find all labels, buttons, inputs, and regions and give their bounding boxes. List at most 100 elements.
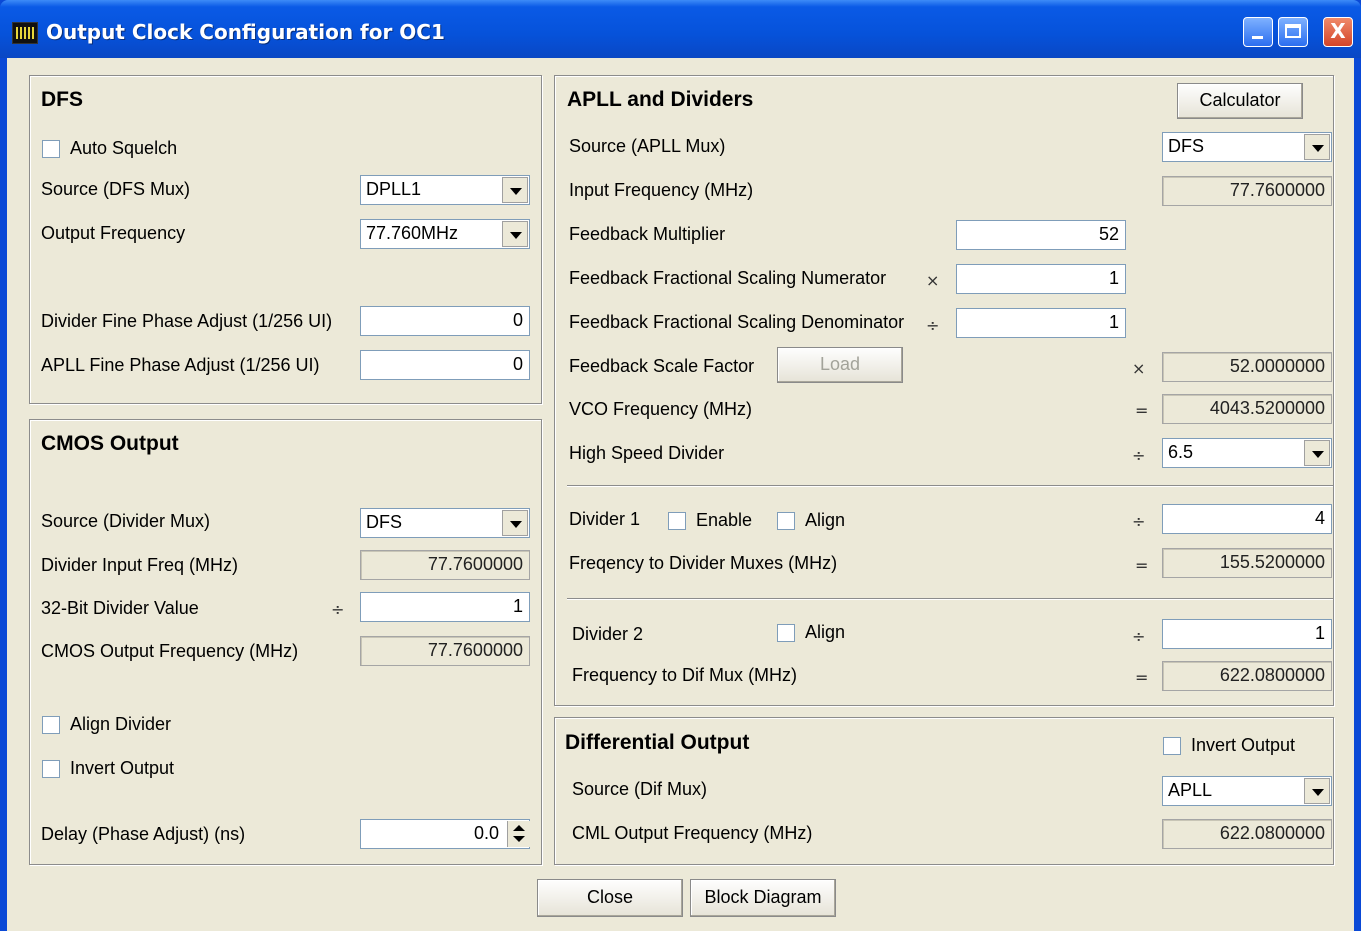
divide-operator: ÷ <box>926 316 940 335</box>
cmos-source-value: DFS <box>366 512 402 532</box>
output-frequency-label: Output Frequency <box>41 223 186 243</box>
calculator-button[interactable]: Calculator <box>1177 83 1303 119</box>
close-glyph: X <box>1330 19 1346 43</box>
feedback-multiplier-input[interactable]: 52 <box>956 220 1126 250</box>
chevron-down-icon[interactable] <box>1304 134 1330 160</box>
spinner-icon[interactable] <box>507 821 530 847</box>
divider2-align-checkbox[interactable] <box>777 624 795 642</box>
dif-source-value: APLL <box>1168 780 1213 800</box>
cmos-title: CMOS Output <box>41 432 179 455</box>
maximize-icon[interactable] <box>1278 17 1308 47</box>
dfs-source-select[interactable]: DPLL1 <box>360 175 530 205</box>
close-button[interactable]: Close <box>537 879 683 917</box>
freq-dif-mux-value: 622.0800000 <box>1162 661 1332 691</box>
divider-input-freq-value: 77.7600000 <box>360 550 530 580</box>
cmos-source-label: Source (Divider Mux) <box>41 511 211 531</box>
divider1-align-label: Align <box>805 510 846 530</box>
equals-operator: = <box>1135 401 1149 420</box>
cmos-output-group: CMOS Output Source (Divider Mux) DFS Div… <box>29 419 542 865</box>
apll-title: APLL and Dividers <box>567 88 754 111</box>
divider-line <box>567 598 1333 600</box>
divider-fine-phase-label: Divider Fine Phase Adjust (1/256 UI) <box>41 311 333 331</box>
cmos-output-freq-value: 77.7600000 <box>360 636 530 666</box>
fb-numerator-input[interactable]: 1 <box>956 264 1126 294</box>
chevron-down-icon[interactable] <box>1304 778 1330 804</box>
cml-output-freq-value: 622.0800000 <box>1162 819 1332 849</box>
chevron-down-icon[interactable] <box>502 221 528 247</box>
freq-divider-muxes-value: 155.5200000 <box>1162 548 1332 578</box>
diff-invert-output-label: Invert Output <box>1191 735 1296 755</box>
divider2-label: Divider 2 <box>572 624 644 644</box>
block-diagram-button[interactable]: Block Diagram <box>690 879 836 917</box>
close-icon[interactable]: X <box>1323 17 1353 47</box>
divide-operator: ÷ <box>331 600 345 619</box>
minimize-icon[interactable] <box>1243 17 1273 47</box>
divider1-align-checkbox[interactable] <box>777 512 795 530</box>
divider1-enable-label: Enable <box>696 510 753 530</box>
differential-title: Differential Output <box>565 731 750 754</box>
title-bar[interactable]: Output Clock Configuration for OC1 X <box>0 0 1361 58</box>
cmos-invert-output-label: Invert Output <box>70 758 175 778</box>
fb-numerator-label: Feedback Fractional Scaling Numerator <box>569 268 887 288</box>
chevron-down-icon[interactable] <box>502 510 528 536</box>
align-divider-label: Align Divider <box>70 714 172 734</box>
differential-output-group: Differential Output Invert Output Source… <box>554 717 1334 865</box>
cmos-output-freq-label: CMOS Output Frequency (MHz) <box>41 641 299 661</box>
delay-input[interactable]: 0.0 <box>360 819 530 849</box>
input-frequency-label: Input Frequency (MHz) <box>569 180 754 200</box>
cmos-source-select[interactable]: DFS <box>360 508 530 538</box>
delay-label: Delay (Phase Adjust) (ns) <box>41 824 246 844</box>
divider1-input[interactable]: 4 <box>1162 504 1332 534</box>
cml-output-freq-label: CML Output Frequency (MHz) <box>572 823 813 843</box>
divider-line <box>567 485 1333 487</box>
diff-invert-output-checkbox[interactable] <box>1163 737 1181 755</box>
freq-divider-muxes-label: Freqency to Divider Muxes (MHz) <box>569 553 838 573</box>
cmos-invert-output-checkbox[interactable] <box>42 760 60 778</box>
dif-source-label: Source (Dif Mux) <box>572 779 708 799</box>
feedback-multiplier-label: Feedback Multiplier <box>569 224 726 244</box>
auto-squelch-checkbox[interactable] <box>42 140 60 158</box>
dialog-client: DFS Auto Squelch Source (DFS Mux) DPLL1 … <box>7 58 1354 931</box>
apll-group: APLL and Dividers Calculator Source (APL… <box>554 75 1334 706</box>
divider-value-label: 32-Bit Divider Value <box>41 598 199 618</box>
freq-dif-mux-label: Frequency to Dif Mux (MHz) <box>572 665 798 685</box>
divider2-align-label: Align <box>805 622 846 642</box>
divide-operator: ÷ <box>1132 446 1146 465</box>
multiply-operator: × <box>1132 359 1146 378</box>
fb-denominator-label: Feedback Fractional Scaling Denominator <box>569 312 905 332</box>
app-icon <box>12 22 38 44</box>
fb-scale-factor-label: Feedback Scale Factor <box>569 356 755 376</box>
high-speed-divider-select[interactable]: 6.5 <box>1162 438 1332 468</box>
vco-frequency-value: 4043.5200000 <box>1162 394 1332 424</box>
align-divider-checkbox[interactable] <box>42 716 60 734</box>
auto-squelch-label: Auto Squelch <box>70 138 178 158</box>
dfs-group: DFS Auto Squelch Source (DFS Mux) DPLL1 … <box>29 75 542 404</box>
chevron-down-icon[interactable] <box>502 177 528 203</box>
dif-source-select[interactable]: APLL <box>1162 776 1332 806</box>
divide-operator: ÷ <box>1132 627 1146 646</box>
window-title: Output Clock Configuration for OC1 <box>46 20 445 44</box>
window: Output Clock Configuration for OC1 X DFS… <box>0 0 1361 931</box>
vco-frequency-label: VCO Frequency (MHz) <box>569 399 753 419</box>
high-speed-divider-label: High Speed Divider <box>569 443 725 463</box>
load-button[interactable]: Load <box>777 347 903 383</box>
input-frequency-value: 77.7600000 <box>1162 176 1332 206</box>
apll-source-select[interactable]: DFS <box>1162 132 1332 162</box>
chevron-down-icon[interactable] <box>1304 440 1330 466</box>
output-frequency-value: 77.760MHz <box>366 223 459 243</box>
divider-input-freq-label: Divider Input Freq (MHz) <box>41 555 239 575</box>
divider-value-input[interactable]: 1 <box>360 592 530 622</box>
dfs-source-label: Source (DFS Mux) <box>41 179 191 199</box>
divider1-enable-checkbox[interactable] <box>668 512 686 530</box>
divider-fine-phase-input[interactable]: 0 <box>360 306 530 336</box>
apll-fine-phase-label: APLL Fine Phase Adjust (1/256 UI) <box>41 355 320 375</box>
fb-denominator-input[interactable]: 1 <box>956 308 1126 338</box>
apll-fine-phase-input[interactable]: 0 <box>360 350 530 380</box>
output-frequency-select[interactable]: 77.760MHz <box>360 219 530 249</box>
divide-operator: ÷ <box>1132 512 1146 531</box>
apll-source-value: DFS <box>1168 136 1204 156</box>
dfs-title: DFS <box>41 88 83 111</box>
divider2-input[interactable]: 1 <box>1162 619 1332 649</box>
multiply-operator: × <box>926 271 940 290</box>
apll-source-label: Source (APLL Mux) <box>569 136 726 156</box>
